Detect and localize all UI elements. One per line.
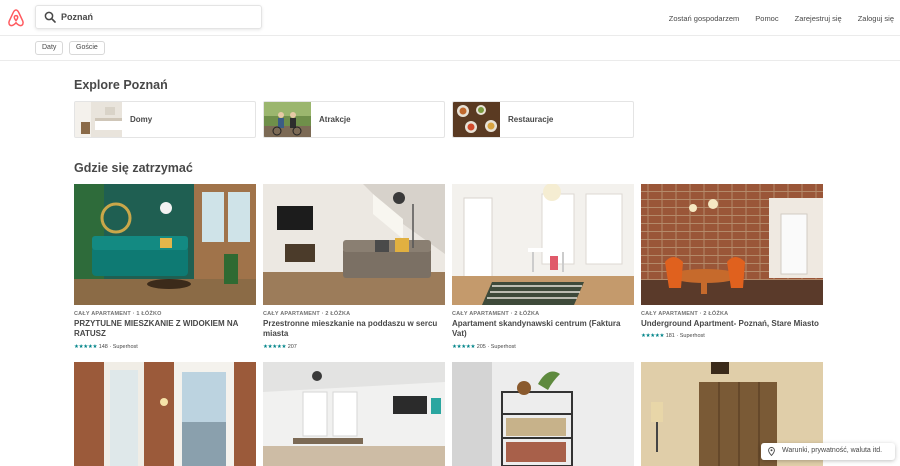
dates-filter-button[interactable]: Daty [35,41,64,55]
listing-title[interactable]: Apartament skandynawski centrum (Faktura… [452,319,634,339]
map-pin-icon [768,447,775,456]
listing-meta: CAŁY APARTAMENT · 1 ŁÓŻKO [74,311,162,317]
explore-card-restaurants-label: Restauracje [508,115,554,124]
listing-photo[interactable] [263,184,445,305]
rating-stars-icon: ★★★★★ [641,333,665,339]
help-link[interactable]: Pomoc [755,14,778,23]
review-count: 205 · Superhost [476,344,516,350]
listing-meta: CAŁY APARTAMENT · 2 ŁÓŻKA [263,311,351,317]
listing-photo[interactable] [263,362,445,466]
header-nav: Zostań gospodarzem Pomoc Zarejestruj się… [653,0,894,36]
listing-photo[interactable] [641,184,823,305]
attractions-thumbnail [264,102,311,137]
log-in-link[interactable]: Zaloguj się [858,14,894,23]
listing-card[interactable]: CAŁY APARTAMENT · 2 ŁÓŻKA Przestronne mi… [263,184,445,354]
review-count: 207 [287,344,297,350]
listing-photo[interactable] [74,362,256,466]
explore-heading: Explore Poznań [74,78,168,92]
guests-filter-button[interactable]: Goście [69,41,105,55]
listing-rating: ★★★★★ 207 [263,344,297,350]
airbnb-logo-icon[interactable] [7,8,25,28]
terms-privacy-button[interactable]: Warunki, prywatność, waluta itd. [761,443,895,460]
listing-title[interactable]: PRZYTULNE MIESZKANIE Z WIDOKIEM NA RATUS… [74,319,256,339]
listing-meta: CAŁY APARTAMENT · 2 ŁÓŻKA [452,311,540,317]
search-bar[interactable] [35,5,262,29]
listing-meta: CAŁY APARTAMENT · 2 ŁÓŻKA [641,311,729,317]
rating-stars-icon: ★★★★★ [74,344,98,350]
listing-photo[interactable] [452,362,634,466]
review-count: 181 · Superhost [665,333,705,339]
rating-stars-icon: ★★★★★ [263,344,287,350]
filter-bar: Daty Goście [0,36,900,61]
listing-title[interactable]: Przestronne mieszkanie na poddaszu w ser… [263,319,445,339]
search-input[interactable] [61,6,256,28]
listing-photo[interactable] [74,184,256,305]
listing-rating: ★★★★★ 181 · Superhost [641,333,705,339]
listing-card[interactable]: CAŁY APARTAMENT · 2 ŁÓŻKA Apartament ska… [452,184,634,354]
become-host-link[interactable]: Zostań gospodarzem [669,14,739,23]
listing-card[interactable]: CAŁY APARTAMENT · 1 ŁÓŻKO PRZYTULNE MIES… [74,184,256,354]
sign-up-link[interactable]: Zarejestruj się [795,14,842,23]
top-header: Zostań gospodarzem Pomoc Zarejestruj się… [0,0,900,36]
listing-rating: ★★★★★ 205 · Superhost [452,344,516,350]
review-count: 148 · Superhost [98,344,138,350]
explore-card-homes[interactable]: Domy [74,101,256,138]
listing-rating: ★★★★★ 148 · Superhost [74,344,138,350]
explore-card-homes-label: Domy [130,115,153,124]
rating-stars-icon: ★★★★★ [452,344,476,350]
explore-card-restaurants[interactable]: Restauracje [452,101,634,138]
listing-title[interactable]: Underground Apartment- Poznań, Stare Mia… [641,319,823,329]
explore-card-attractions[interactable]: Atrakcje [263,101,445,138]
terms-privacy-label: Warunki, prywatność, waluta itd. [782,447,883,454]
restaurants-thumbnail [453,102,500,137]
where-to-stay-heading: Gdzie się zatrzymać [74,161,193,175]
explore-card-attractions-label: Atrakcje [319,115,351,124]
search-icon [44,11,56,23]
listing-photo[interactable] [452,184,634,305]
listing-card[interactable]: CAŁY APARTAMENT · 2 ŁÓŻKA Underground Ap… [641,184,823,344]
homes-thumbnail [75,102,122,137]
